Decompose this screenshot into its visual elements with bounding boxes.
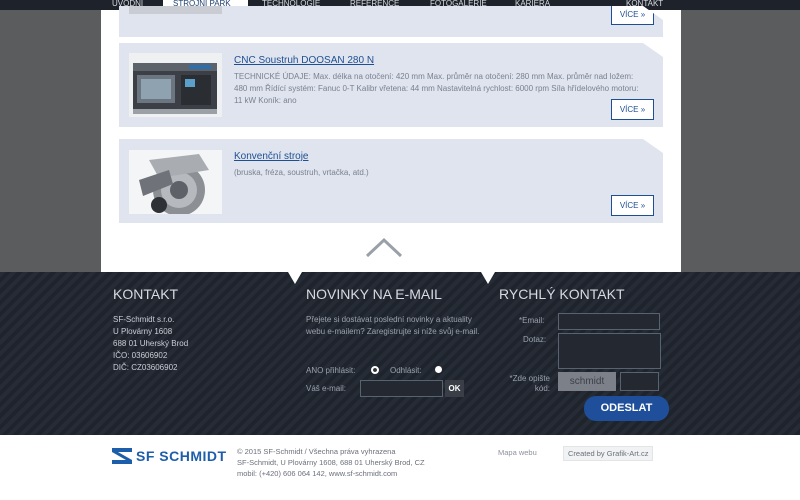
send-button[interactable]: ODESLAT (584, 396, 669, 421)
quick-contact-heading: RYCHLÝ KONTAKT (499, 286, 625, 302)
machine-description: TECHNICKÉ ÚDAJE: Max. délka na otočení: … (234, 72, 639, 105)
unsubscribe-radio[interactable] (435, 366, 442, 373)
machine-thumbnail[interactable] (129, 53, 222, 117)
contact-line: IČO: 03606902 (113, 351, 168, 360)
unsubscribe-label: Odhlásit: (390, 366, 422, 375)
newsletter-email-input[interactable] (360, 380, 443, 397)
subscribe-label: ANO přihlásit: (306, 366, 356, 375)
contact-message-label: Dotaz: (523, 335, 547, 344)
newsletter-text: Přejete si dostávat poslední novinky a a… (306, 315, 480, 336)
footer-notch (288, 272, 302, 284)
copyright-line: mobil: (+420) 606 064 142, www.sf-schmid… (237, 469, 398, 478)
cnc-lathe-image (129, 53, 222, 117)
chevron-up-icon[interactable] (364, 236, 404, 258)
contact-message-textarea[interactable] (558, 333, 661, 369)
more-button[interactable]: VÍCE » (611, 99, 654, 120)
email-label: Váš e-mail: (306, 384, 347, 393)
copyright-line: SF-Schmidt, U Plovárny 1608, 688 01 Uher… (237, 458, 425, 467)
newsletter-ok-button[interactable]: OK (445, 380, 464, 397)
machine-thumbnail[interactable] (129, 6, 222, 14)
contact-email-input[interactable] (558, 313, 660, 330)
newsletter-heading: NOVINKY NA E-MAIL (306, 286, 442, 302)
footer-notch (481, 272, 495, 284)
sitemap-link[interactable]: Mapa webu (498, 447, 537, 458)
contact-line: 688 01 Uherský Brod (113, 339, 189, 348)
contact-line: SF-Schmidt s.r.o. (113, 315, 175, 324)
contact-email-label: *Email: (519, 316, 545, 325)
credit-link[interactable]: Created by Grafik-Art.cz (563, 446, 654, 461)
machine-description: (bruska, fréza, soustruh, vrtačka, atd.) (234, 168, 369, 177)
machine-title-link[interactable]: CNC Soustruh DOOSAN 280 N (234, 55, 374, 66)
contact-line: U Plovárny 1608 (113, 327, 173, 336)
contact-line: DIČ: CZ03606902 (113, 363, 178, 372)
machine-thumbnail[interactable] (129, 150, 222, 214)
contact-heading: KONTAKT (113, 286, 179, 302)
machine-list-panel: VÍCE » CNC Soustruh DOOSAN 280 N TECHNIC… (101, 10, 681, 272)
subscribe-radio[interactable] (371, 366, 379, 374)
machine-card: Konvenční stroje (bruska, fréza, soustru… (119, 139, 663, 223)
captcha-code: schmidt (558, 372, 616, 391)
more-button[interactable]: VÍCE » (611, 195, 654, 216)
captcha-label: *Zde opište kód: (504, 374, 550, 394)
captcha-label-line: *Zde opište (509, 374, 550, 383)
machine-title-link[interactable]: Konvenční stroje (234, 151, 309, 162)
logo-text: SF SCHMIDT (136, 448, 227, 464)
machine-card: CNC Soustruh DOOSAN 280 N TECHNICKÉ ÚDAJ… (119, 43, 663, 127)
copyright-line: © 2015 SF-Schmidt / Všechna práva vyhraz… (237, 447, 396, 456)
machine-parts-image (129, 150, 222, 214)
captcha-input[interactable] (620, 372, 659, 391)
captcha-label-line: kód: (534, 384, 550, 393)
machine-card: VÍCE » (119, 6, 663, 37)
contact-address: SF-Schmidt s.r.o. U Plovárny 1608 688 01… (113, 314, 188, 374)
sf-logo-icon (112, 448, 132, 464)
copyright: © 2015 SF-Schmidt / Všechna práva vyhraz… (237, 446, 425, 479)
